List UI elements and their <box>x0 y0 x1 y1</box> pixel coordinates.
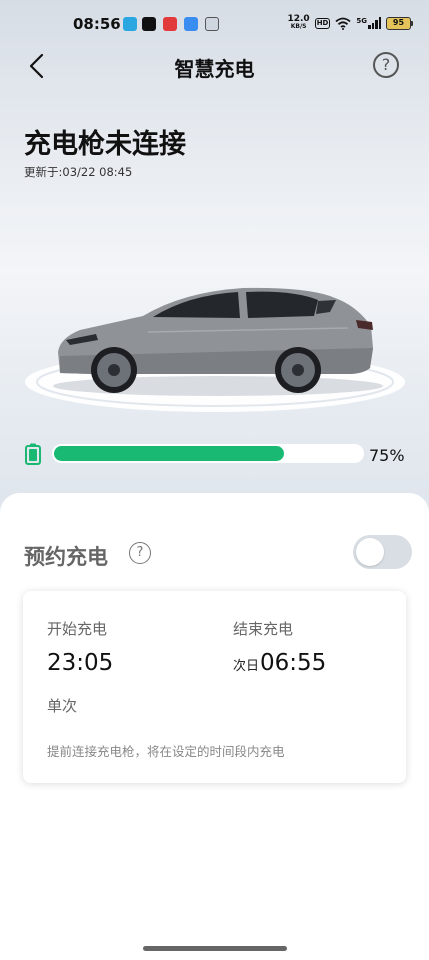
toggle-knob <box>356 538 384 566</box>
car-image <box>25 287 405 412</box>
start-time: 23:05 <box>47 650 114 676</box>
weather-app-icon <box>184 17 198 31</box>
status-battery-icon: 95 <box>386 16 413 30</box>
network-speed: 12.0 KB/S <box>287 14 310 31</box>
end-time: 06:55 <box>260 650 327 676</box>
tiktok-icon <box>142 17 156 31</box>
telegram-icon <box>123 17 137 31</box>
update-timestamp: 更新于:03/22 08:45 <box>24 165 133 179</box>
cellular-signal-icon: 5G <box>356 17 381 29</box>
hd-voice-icon: HD <box>314 17 331 29</box>
repeat-mode: 单次 <box>47 697 78 715</box>
schedule-help-icon[interactable]: ? <box>129 542 151 564</box>
start-label: 开始充电 <box>47 620 108 638</box>
schedule-title: 预约充电 <box>24 545 108 569</box>
page-title: 智慧充电 <box>174 57 255 81</box>
battery-progress-bar <box>52 444 364 463</box>
news-app-icon <box>163 17 177 31</box>
help-icon[interactable]: ? <box>373 52 399 78</box>
end-label: 结束充电 <box>233 620 294 638</box>
schedule-toggle[interactable] <box>353 535 412 569</box>
battery-percentage: 75% <box>369 446 405 465</box>
home-indicator[interactable] <box>143 946 287 951</box>
next-day-prefix: 次日 <box>233 659 260 674</box>
charge-status-title: 充电枪未连接 <box>24 129 186 160</box>
status-bar: 08:56 12.0 KB/S HD 5G 95 <box>0 0 429 44</box>
battery-icon <box>25 443 41 465</box>
wifi-icon <box>335 17 351 30</box>
schedule-card[interactable]: 开始充电 23:05 结束充电 次日06:55 单次 提前连接充电枪，将在设定的… <box>23 591 406 783</box>
battery-progress-fill <box>52 444 286 463</box>
notification-app-icon <box>205 17 219 31</box>
end-time-row: 次日06:55 <box>233 650 326 676</box>
status-time: 08:56 <box>73 15 121 33</box>
schedule-note: 提前连接充电枪，将在设定的时间段内充电 <box>47 744 285 759</box>
